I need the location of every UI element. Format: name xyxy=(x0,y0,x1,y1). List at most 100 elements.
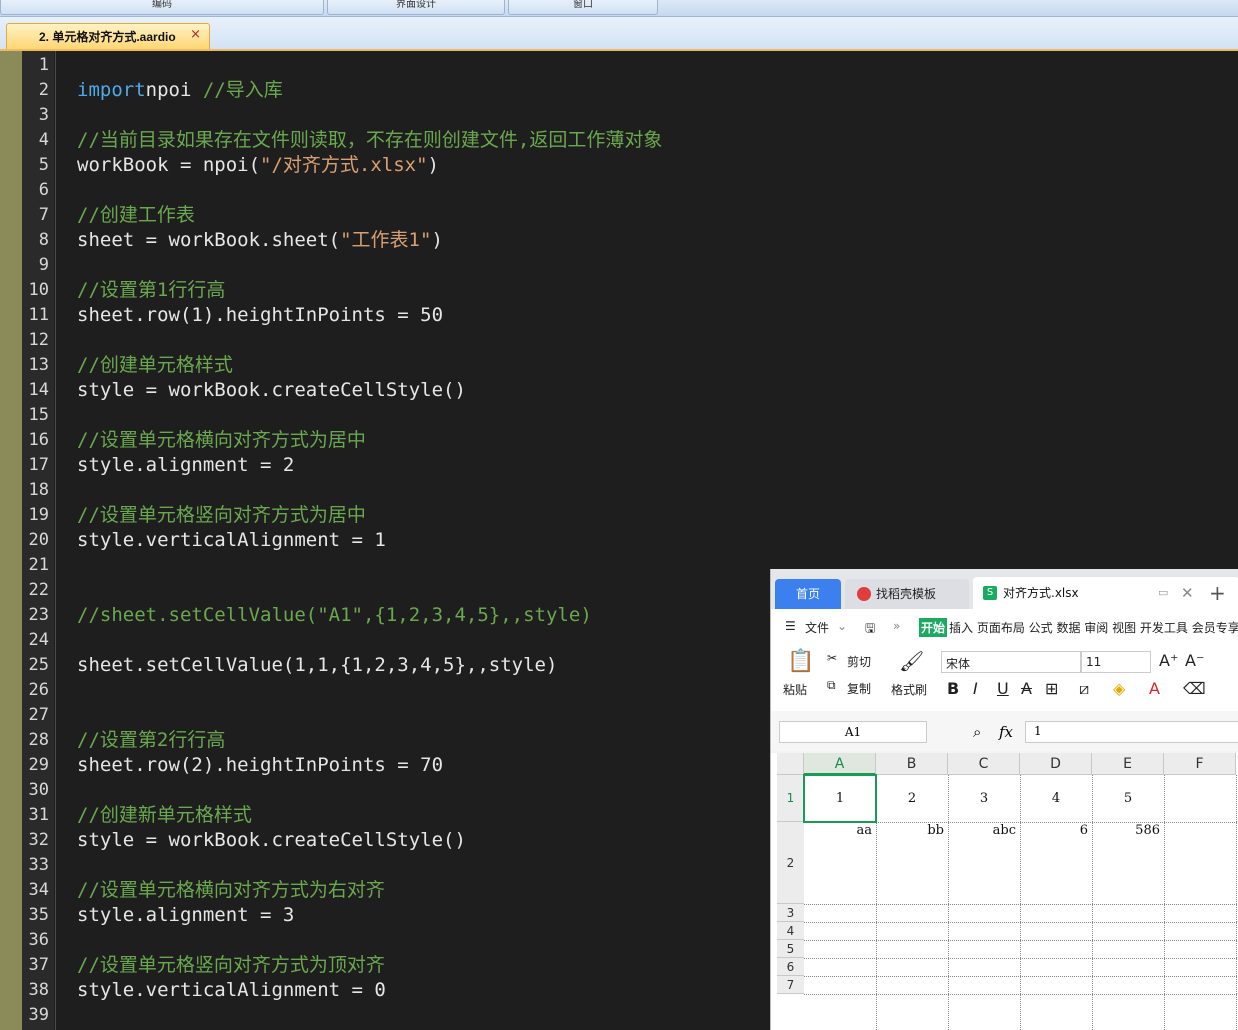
font-size-select[interactable]: 11 xyxy=(1081,651,1151,673)
line-number: 11 xyxy=(28,305,49,325)
row-header-7[interactable]: 7 xyxy=(777,976,804,994)
italic-icon[interactable]: I xyxy=(973,679,978,698)
column-header-c[interactable]: C xyxy=(948,753,1020,775)
paste-button[interactable]: 粘贴 xyxy=(783,681,807,698)
bold-icon[interactable]: B xyxy=(947,679,959,698)
cell-d2[interactable]: 6 xyxy=(1020,823,1088,838)
code-line[interactable]: 20 style.verticalAlignment = 1 xyxy=(0,528,1238,553)
code-line[interactable]: 11 sheet.row(1).heightInPoints = 50 xyxy=(0,303,1238,328)
font-color-icon[interactable]: A xyxy=(1149,679,1160,698)
code-line[interactable]: 2 importnpoi //导入库 xyxy=(0,78,1238,103)
code-line[interactable]: 5 workBook = npoi("/对齐方式.xlsx") xyxy=(0,153,1238,178)
cell-style-icon[interactable]: ⧄ xyxy=(1079,679,1089,699)
menu-start[interactable]: 开始 xyxy=(919,618,948,637)
tab-file[interactable]: 2. 单元格对齐方式.aardio × xyxy=(6,23,210,49)
formula-input[interactable]: 1 xyxy=(1025,721,1238,743)
copy-icon[interactable]: ⧉ xyxy=(827,678,836,693)
window-restore-icon[interactable]: ▭ xyxy=(1158,577,1168,609)
fill-color-icon[interactable]: ◈ xyxy=(1113,679,1125,698)
cell-e1[interactable]: 5 xyxy=(1092,775,1164,822)
menu-items[interactable]: 插入 页面布局 公式 数据 审阅 视图 开发工具 会员专享 xyxy=(949,619,1238,636)
line-number: 30 xyxy=(28,780,49,800)
cell-d1[interactable]: 4 xyxy=(1020,775,1092,822)
paste-icon[interactable]: 📋 xyxy=(787,649,814,674)
code-line[interactable]: 19 //设置单元格竖向对齐方式为居中 xyxy=(0,503,1238,528)
code-line[interactable]: 6 xyxy=(0,178,1238,203)
name-box[interactable]: A1 xyxy=(779,721,927,743)
code-line[interactable]: 18 xyxy=(0,478,1238,503)
column-header-e[interactable]: E xyxy=(1092,753,1164,775)
menu-ui-design[interactable]: 界面设计 xyxy=(327,0,505,15)
code-line[interactable]: 3 xyxy=(0,103,1238,128)
line-number: 21 xyxy=(28,555,49,575)
row-header-3[interactable]: 3 xyxy=(777,904,804,922)
row-header-1[interactable]: 1 xyxy=(777,775,804,822)
code-line[interactable]: 13 //创建单元格样式 xyxy=(0,353,1238,378)
code-line[interactable]: 8 sheet = workBook.sheet("工作表1") xyxy=(0,228,1238,253)
grid-line xyxy=(1164,775,1165,1030)
select-all-corner[interactable] xyxy=(777,753,804,775)
code-line[interactable]: 17 style.alignment = 2 xyxy=(0,453,1238,478)
comment-token: //设置单元格竖向对齐方式为顶对齐 xyxy=(77,954,385,976)
menu-encoding[interactable]: 编码 xyxy=(0,0,324,15)
code-text: //设置单元格竖向对齐方式为居中 xyxy=(77,503,366,528)
menu-file[interactable]: 文件 xyxy=(805,619,829,636)
column-header-a[interactable]: A xyxy=(804,753,876,775)
cell-b1[interactable]: 2 xyxy=(876,775,948,822)
row-header-5[interactable]: 5 xyxy=(777,940,804,958)
function-icon[interactable]: fx xyxy=(999,723,1013,741)
font-name-select[interactable]: 宋体 xyxy=(941,651,1081,673)
border-icon[interactable]: ⊞ xyxy=(1045,679,1058,698)
strikethrough-icon[interactable]: A xyxy=(1021,679,1032,698)
line-number: 3 xyxy=(38,105,49,125)
column-header-d[interactable]: D xyxy=(1020,753,1092,775)
cut-button[interactable]: 剪切 xyxy=(847,653,871,670)
cell-c1[interactable]: 3 xyxy=(948,775,1020,822)
tab-home[interactable]: 首页 xyxy=(775,579,841,609)
row-header-2[interactable]: 2 xyxy=(777,822,804,904)
code-line[interactable]: 14 style = workBook.createCellStyle() xyxy=(0,378,1238,403)
code-line[interactable]: 12 xyxy=(0,328,1238,353)
code-token: ) xyxy=(427,154,439,176)
chevron-down-icon[interactable]: ⌄ xyxy=(837,619,847,633)
cell-c2[interactable]: abc xyxy=(948,823,1016,838)
row-header-4[interactable]: 4 xyxy=(777,922,804,940)
active-cell-border xyxy=(803,774,877,823)
row-header-6[interactable]: 6 xyxy=(777,958,804,976)
save-icon[interactable]: 🖫 xyxy=(865,619,875,640)
underline-icon[interactable]: U xyxy=(997,679,1009,698)
column-header-b[interactable]: B xyxy=(876,753,948,775)
cell-e2[interactable]: 586 xyxy=(1092,823,1160,838)
code-line[interactable]: 16 //设置单元格横向对齐方式为居中 xyxy=(0,428,1238,453)
tab-templates[interactable]: 找稻壳模板 xyxy=(845,579,969,609)
new-tab-icon[interactable]: + xyxy=(1209,577,1226,609)
hamburger-icon[interactable]: ☰ xyxy=(785,619,796,633)
code-line[interactable]: 1 xyxy=(0,53,1238,78)
code-line[interactable]: 15 xyxy=(0,403,1238,428)
zoom-icon[interactable]: ⌕ xyxy=(973,723,981,741)
copy-button[interactable]: 复制 xyxy=(847,680,871,697)
tab-document[interactable]: S 对齐方式.xlsx ▭ ✕ + xyxy=(973,577,1238,609)
scissors-icon[interactable]: ✂ xyxy=(827,651,837,665)
code-line[interactable]: 7 //创建工作表 xyxy=(0,203,1238,228)
cell-b2[interactable]: bb xyxy=(876,823,944,838)
format-painter-button[interactable]: 格式刷 xyxy=(891,681,927,698)
line-number: 35 xyxy=(28,905,49,925)
code-line[interactable]: 9 xyxy=(0,253,1238,278)
line-number: 2 xyxy=(38,80,49,100)
close-icon[interactable]: × xyxy=(190,27,201,42)
close-icon[interactable]: ✕ xyxy=(1181,577,1194,609)
spreadsheet-grid[interactable]: A B C D E F 1 2 3 4 5 6 7 1 2 3 4 5 aa bb abc 6 586 xyxy=(771,753,1238,1030)
code-line[interactable]: 10 //设置第1行行高 xyxy=(0,278,1238,303)
column-header-f[interactable]: F xyxy=(1164,753,1236,775)
wps-tab-bar: 首页 找稻壳模板 S 对齐方式.xlsx ▭ ✕ + xyxy=(771,569,1238,609)
grow-font-icon[interactable]: A⁺ xyxy=(1159,651,1178,670)
cell-a2[interactable]: aa xyxy=(804,823,872,838)
clear-format-icon[interactable]: ⌫ xyxy=(1183,679,1206,698)
shrink-font-icon[interactable]: A⁻ xyxy=(1185,651,1204,670)
code-text: //设置单元格横向对齐方式为右对齐 xyxy=(77,878,385,903)
format-painter-icon[interactable]: 🖌 xyxy=(899,649,924,673)
code-line[interactable]: 4 //当前目录如果存在文件则读取，不存在则创建文件,返回工作薄对象 xyxy=(0,128,1238,153)
more-icon[interactable]: » xyxy=(893,619,900,633)
menu-window[interactable]: 窗口 xyxy=(508,0,658,15)
